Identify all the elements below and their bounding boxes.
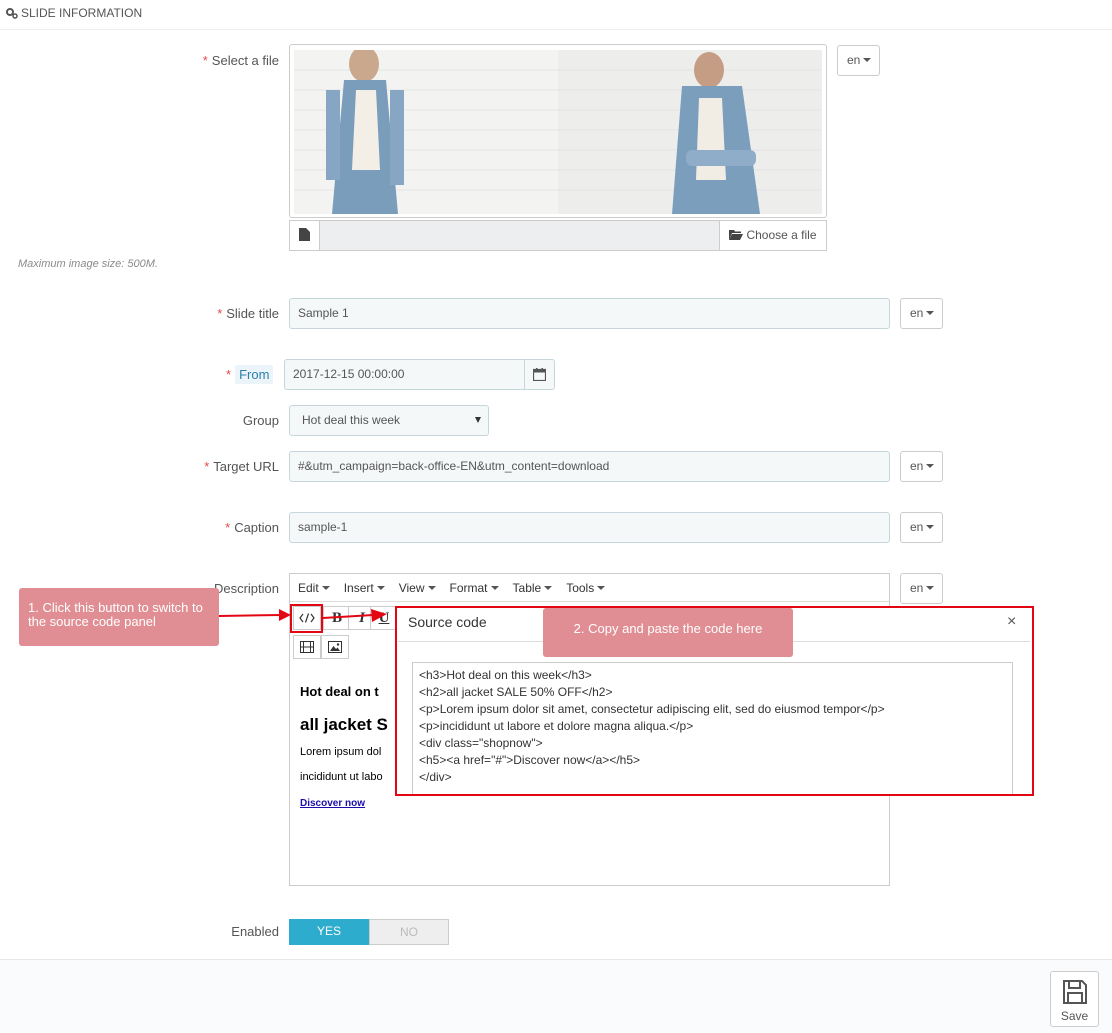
image-button[interactable] [321, 635, 349, 659]
save-icon [1062, 980, 1087, 1004]
choose-file-button[interactable]: Choose a file [719, 220, 827, 251]
menu-view[interactable]: View [399, 581, 436, 595]
max-image-size-hint: Maximum image size: 500M. [18, 258, 158, 270]
select-file-lang-dropdown[interactable]: en [837, 45, 880, 76]
enabled-no-option[interactable]: NO [369, 919, 449, 945]
target-url-lang-dropdown[interactable]: en [900, 451, 943, 482]
slide-title-label: * Slide title [217, 306, 279, 321]
file-name-field[interactable] [319, 220, 720, 251]
caption-label: * Caption [225, 520, 279, 535]
slide-title-lang-dropdown[interactable]: en [900, 298, 943, 329]
menu-edit[interactable]: Edit [298, 581, 330, 595]
group-select[interactable]: Hot deal this week [289, 405, 489, 436]
arrow-1-icon [219, 609, 291, 621]
editor-menubar: Edit Insert View Format Table Tools [290, 574, 889, 602]
callout-step-2: 2. Copy and paste the code here [543, 608, 793, 657]
folder-open-icon [729, 230, 744, 240]
preview-paragraph-2: incididunt ut labo [300, 771, 383, 783]
film-icon [300, 641, 314, 653]
calendar-button[interactable] [524, 359, 555, 390]
panel-heading: SLIDE INFORMATION [0, 0, 1112, 30]
file-icon-button [289, 220, 320, 251]
save-button[interactable]: Save [1050, 971, 1099, 1027]
menu-tools[interactable]: Tools [566, 581, 606, 595]
select-file-label: * Select a file [202, 53, 279, 68]
from-date-input[interactable]: 2017-12-15 00:00:00 [284, 359, 525, 390]
arrow-2-icon [323, 609, 387, 622]
save-label: Save [1060, 1009, 1089, 1023]
target-url-input[interactable]: #&utm_campaign=back-office-EN&utm_conten… [289, 451, 890, 482]
preview-h2: all jacket S [300, 715, 388, 734]
preview-discover-link[interactable]: Discover now [300, 798, 365, 809]
enabled-label: Enabled [231, 924, 279, 939]
menu-table[interactable]: Table [513, 581, 553, 595]
group-label: Group [242, 413, 279, 428]
preview-paragraph-1: Lorem ipsum dol [300, 746, 382, 758]
image-preview-frame [289, 44, 827, 218]
from-label: * From [226, 365, 274, 384]
calendar-icon [533, 368, 546, 381]
media-button[interactable] [293, 635, 321, 659]
caption-lang-dropdown[interactable]: en [900, 512, 943, 543]
slide-title-input[interactable]: Sample 1 [289, 298, 890, 329]
panel-footer [0, 959, 1112, 1033]
caption-input[interactable]: sample-1 [289, 512, 890, 543]
preview-h3: Hot deal on t [300, 684, 379, 699]
enabled-yes-option[interactable]: YES [289, 919, 369, 945]
menu-format[interactable]: Format [450, 581, 499, 595]
image-icon [328, 641, 342, 653]
select-arrow-icon [475, 417, 481, 423]
menu-insert[interactable]: Insert [344, 581, 385, 595]
slide-image-preview [294, 50, 822, 214]
target-url-label: * Target URL [204, 459, 279, 474]
gears-icon [6, 8, 18, 19]
description-lang-dropdown[interactable]: en [900, 573, 943, 604]
panel-title: SLIDE INFORMATION [21, 6, 143, 20]
callout-step-1: 1. Click this button to switch to the so… [19, 588, 219, 646]
file-icon [299, 228, 310, 241]
